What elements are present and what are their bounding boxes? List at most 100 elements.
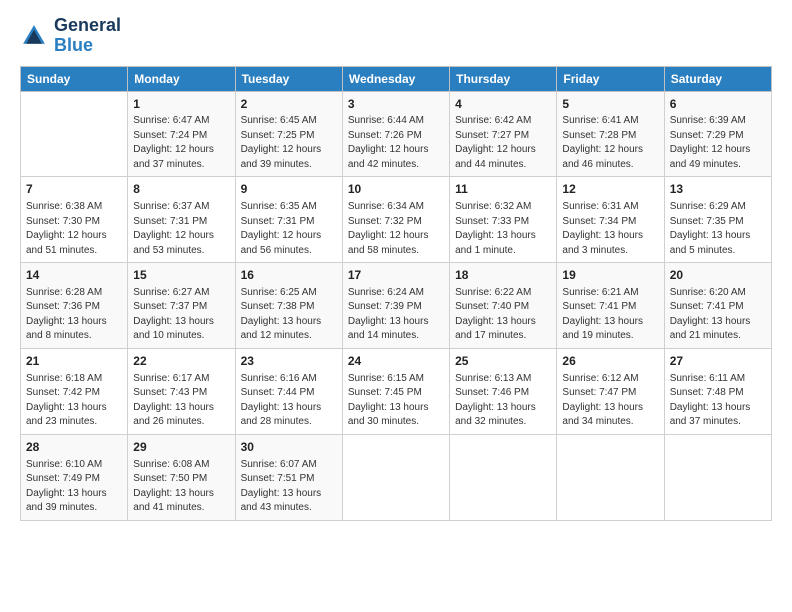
- day-number: 19: [562, 267, 658, 284]
- calendar-table: SundayMondayTuesdayWednesdayThursdayFrid…: [20, 66, 772, 521]
- day-number: 4: [455, 96, 551, 113]
- calendar-cell: 1Sunrise: 6:47 AM Sunset: 7:24 PM Daylig…: [128, 91, 235, 177]
- calendar-cell: 14Sunrise: 6:28 AM Sunset: 7:36 PM Dayli…: [21, 263, 128, 349]
- calendar-cell: 7Sunrise: 6:38 AM Sunset: 7:30 PM Daylig…: [21, 177, 128, 263]
- week-row-3: 14Sunrise: 6:28 AM Sunset: 7:36 PM Dayli…: [21, 263, 772, 349]
- day-number: 7: [26, 181, 122, 198]
- day-number: 20: [670, 267, 766, 284]
- week-row-5: 28Sunrise: 6:10 AM Sunset: 7:49 PM Dayli…: [21, 434, 772, 520]
- day-number: 2: [241, 96, 337, 113]
- day-header-friday: Friday: [557, 66, 664, 91]
- calendar-cell: 23Sunrise: 6:16 AM Sunset: 7:44 PM Dayli…: [235, 348, 342, 434]
- day-number: 30: [241, 439, 337, 456]
- calendar-cell: 29 Sunrise: 6:08 AM Sunset: 7:50 PM Dayli…: [128, 434, 235, 520]
- cell-content: Sunrise: 6:27 AM Sunset: 7:37 PM Dayligh…: [133, 286, 229, 344]
- calendar-cell: 10 Sunrise: 6:34 AM Sunset: 7:32 PM Dayli…: [342, 177, 449, 263]
- calendar-cell: [342, 434, 449, 520]
- header-row: SundayMondayTuesdayWednesdayThursdayFrid…: [21, 66, 772, 91]
- page: General Blue SundayMondayTuesdayWednesda…: [0, 0, 792, 612]
- day-number: 11: [455, 181, 551, 198]
- cell-content: Sunrise: 6:16 AM Sunset: 7:44 PM Dayligh…: [241, 372, 337, 430]
- day-number: 6: [670, 96, 766, 113]
- calendar-cell: 28Sunrise: 6:10 AM Sunset: 7:49 PM Dayli…: [21, 434, 128, 520]
- day-header-wednesday: Wednesday: [342, 66, 449, 91]
- cell-content: Sunrise: 6:08 AM Sunset: 7:50 PM Dayligh…: [133, 458, 229, 516]
- calendar-cell: [21, 91, 128, 177]
- calendar-cell: [557, 434, 664, 520]
- day-number: 28: [26, 439, 122, 456]
- cell-content: Sunrise: 6:18 AM Sunset: 7:42 PM Dayligh…: [26, 372, 122, 430]
- cell-content: Sunrise: 6:22 AM Sunset: 7:40 PM Dayligh…: [455, 286, 551, 344]
- cell-content: Sunrise: 6:28 AM Sunset: 7:36 PM Dayligh…: [26, 286, 122, 344]
- logo-text: General Blue: [54, 16, 121, 56]
- day-number: 18: [455, 267, 551, 284]
- cell-content: Sunrise: 6:25 AM Sunset: 7:38 PM Dayligh…: [241, 286, 337, 344]
- day-number: 29: [133, 439, 229, 456]
- logo: General Blue: [20, 16, 121, 56]
- calendar-cell: 17 Sunrise: 6:24 AM Sunset: 7:39 PM Dayli…: [342, 263, 449, 349]
- cell-content: Sunrise: 6:15 AM Sunset: 7:45 PM Dayligh…: [348, 372, 444, 430]
- logo-icon: [20, 22, 48, 50]
- cell-content: Sunrise: 6:21 AM Sunset: 7:41 PM Dayligh…: [562, 286, 658, 344]
- calendar-cell: 21 Sunrise: 6:18 AM Sunset: 7:42 PM Dayli…: [21, 348, 128, 434]
- calendar-cell: 6Sunrise: 6:39 AM Sunset: 7:29 PM Daylig…: [664, 91, 771, 177]
- calendar-cell: 9 Sunrise: 6:35 AM Sunset: 7:31 PM Daylig…: [235, 177, 342, 263]
- calendar-cell: 26Sunrise: 6:12 AM Sunset: 7:47 PM Dayli…: [557, 348, 664, 434]
- calendar-cell: 16Sunrise: 6:25 AM Sunset: 7:38 PM Dayli…: [235, 263, 342, 349]
- day-number: 5: [562, 96, 658, 113]
- day-number: 1: [133, 96, 229, 113]
- cell-content: Sunrise: 6:24 AM Sunset: 7:39 PM Dayligh…: [348, 286, 444, 344]
- cell-content: Sunrise: 6:45 AM Sunset: 7:25 PM Dayligh…: [241, 114, 337, 172]
- calendar-cell: 4Sunrise: 6:42 AM Sunset: 7:27 PM Daylig…: [450, 91, 557, 177]
- cell-content: Sunrise: 6:29 AM Sunset: 7:35 PM Dayligh…: [670, 200, 766, 258]
- day-number: 9: [241, 181, 337, 198]
- calendar-cell: 24 Sunrise: 6:15 AM Sunset: 7:45 PM Dayli…: [342, 348, 449, 434]
- cell-content: Sunrise: 6:47 AM Sunset: 7:24 PM Dayligh…: [133, 114, 229, 172]
- calendar-cell: 12 Sunrise: 6:31 AM Sunset: 7:34 PM Dayli…: [557, 177, 664, 263]
- cell-content: Sunrise: 6:39 AM Sunset: 7:29 PM Dayligh…: [670, 114, 766, 172]
- calendar-cell: 5Sunrise: 6:41 AM Sunset: 7:28 PM Daylig…: [557, 91, 664, 177]
- calendar-cell: 30 Sunrise: 6:07 AM Sunset: 7:51 PM Dayli…: [235, 434, 342, 520]
- calendar-cell: 2Sunrise: 6:45 AM Sunset: 7:25 PM Daylig…: [235, 91, 342, 177]
- calendar-cell: 8 Sunrise: 6:37 AM Sunset: 7:31 PM Daylig…: [128, 177, 235, 263]
- day-number: 13: [670, 181, 766, 198]
- cell-content: Sunrise: 6:34 AM Sunset: 7:32 PM Dayligh…: [348, 200, 444, 258]
- cell-content: Sunrise: 6:13 AM Sunset: 7:46 PM Dayligh…: [455, 372, 551, 430]
- week-row-2: 7Sunrise: 6:38 AM Sunset: 7:30 PM Daylig…: [21, 177, 772, 263]
- cell-content: Sunrise: 6:35 AM Sunset: 7:31 PM Dayligh…: [241, 200, 337, 258]
- week-row-1: 1Sunrise: 6:47 AM Sunset: 7:24 PM Daylig…: [21, 91, 772, 177]
- calendar-cell: 11 Sunrise: 6:32 AM Sunset: 7:33 PM Dayli…: [450, 177, 557, 263]
- day-number: 17: [348, 267, 444, 284]
- calendar-cell: 25Sunrise: 6:13 AM Sunset: 7:46 PM Dayli…: [450, 348, 557, 434]
- day-number: 24: [348, 353, 444, 370]
- calendar-cell: 13 Sunrise: 6:29 AM Sunset: 7:35 PM Dayli…: [664, 177, 771, 263]
- cell-content: Sunrise: 6:31 AM Sunset: 7:34 PM Dayligh…: [562, 200, 658, 258]
- day-header-tuesday: Tuesday: [235, 66, 342, 91]
- calendar-cell: 27Sunrise: 6:11 AM Sunset: 7:48 PM Dayli…: [664, 348, 771, 434]
- calendar-cell: 19 Sunrise: 6:21 AM Sunset: 7:41 PM Dayli…: [557, 263, 664, 349]
- cell-content: Sunrise: 6:44 AM Sunset: 7:26 PM Dayligh…: [348, 114, 444, 172]
- day-number: 12: [562, 181, 658, 198]
- cell-content: Sunrise: 6:20 AM Sunset: 7:41 PM Dayligh…: [670, 286, 766, 344]
- calendar-cell: 18 Sunrise: 6:22 AM Sunset: 7:40 PM Dayli…: [450, 263, 557, 349]
- day-header-sunday: Sunday: [21, 66, 128, 91]
- cell-content: Sunrise: 6:07 AM Sunset: 7:51 PM Dayligh…: [241, 458, 337, 516]
- day-header-saturday: Saturday: [664, 66, 771, 91]
- day-number: 8: [133, 181, 229, 198]
- calendar-cell: 3Sunrise: 6:44 AM Sunset: 7:26 PM Daylig…: [342, 91, 449, 177]
- cell-content: Sunrise: 6:32 AM Sunset: 7:33 PM Dayligh…: [455, 200, 551, 258]
- cell-content: Sunrise: 6:17 AM Sunset: 7:43 PM Dayligh…: [133, 372, 229, 430]
- day-number: 10: [348, 181, 444, 198]
- calendar-cell: 22 Sunrise: 6:17 AM Sunset: 7:43 PM Dayli…: [128, 348, 235, 434]
- day-number: 27: [670, 353, 766, 370]
- calendar-cell: [450, 434, 557, 520]
- cell-content: Sunrise: 6:42 AM Sunset: 7:27 PM Dayligh…: [455, 114, 551, 172]
- day-header-monday: Monday: [128, 66, 235, 91]
- day-number: 21: [26, 353, 122, 370]
- cell-content: Sunrise: 6:37 AM Sunset: 7:31 PM Dayligh…: [133, 200, 229, 258]
- day-number: 3: [348, 96, 444, 113]
- week-row-4: 21 Sunrise: 6:18 AM Sunset: 7:42 PM Dayli…: [21, 348, 772, 434]
- calendar-cell: 20 Sunrise: 6:20 AM Sunset: 7:41 PM Dayli…: [664, 263, 771, 349]
- day-number: 22: [133, 353, 229, 370]
- cell-content: Sunrise: 6:12 AM Sunset: 7:47 PM Dayligh…: [562, 372, 658, 430]
